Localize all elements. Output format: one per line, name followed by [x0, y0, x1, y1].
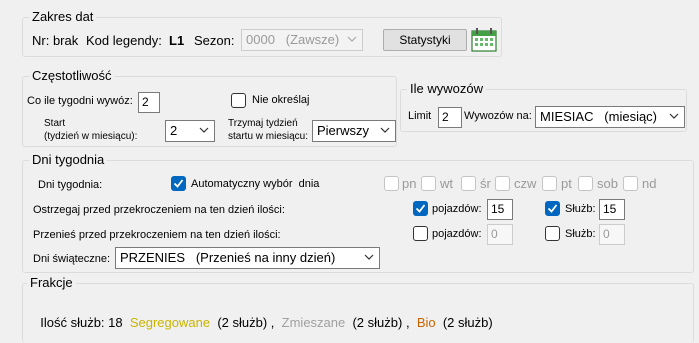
limit-value: 2 — [442, 110, 449, 124]
ile-wywozow-legend: Ile wywozów — [407, 81, 486, 96]
chevron-down-icon — [669, 113, 679, 119]
day-label-sob: sob — [597, 176, 618, 191]
statystyki-button-label: Statystyki — [399, 33, 451, 47]
day-label-pt: pt — [561, 176, 572, 191]
ostrzegaj-sluzb-input[interactable]: 15 — [599, 199, 625, 220]
day-checkbox-wt[interactable] — [421, 176, 436, 191]
dni-swiateczne-value: PRZENIES (Przenieś na inny dzień) — [120, 250, 336, 265]
przenies-label: Przenieś przed przekroczeniem na ten dzi… — [33, 229, 281, 241]
day-label-nd: nd — [642, 176, 657, 191]
trzymaj-select-value: Pierwszy — [317, 123, 370, 138]
frakcja-count: (2 służb) — [352, 315, 403, 330]
chevron-down-icon — [380, 127, 390, 133]
ostrzegaj-label: Ostrzegaj przed przekroczeniem na ten dz… — [33, 204, 285, 216]
day-label-czw: czw — [514, 176, 537, 191]
day-checkbox-pn[interactable] — [384, 176, 399, 191]
dni-swiateczne-select[interactable]: PRZENIES (Przenieś na inny dzień) — [115, 247, 380, 269]
zakres-dat-legend: Zakres dat — [29, 9, 97, 24]
przenies-sluzb-value: 0 — [603, 227, 610, 241]
przenies-pojazdow-checkbox[interactable] — [413, 226, 428, 241]
przenies-pojazdow-value: 0 — [491, 227, 498, 241]
wywozow-na-select[interactable]: MIESIAC (miesiąc) — [535, 106, 685, 128]
ostrzegaj-pojazdow-label: pojazdów: — [432, 203, 482, 215]
chevron-down-icon — [199, 127, 209, 133]
co-ile-value: 2 — [142, 95, 149, 109]
wywozow-na-value: MIESIAC (miesiąc) — [540, 109, 658, 124]
sezon-label: Sezon: — [194, 33, 235, 48]
ostrzegaj-pojazdow-input[interactable]: 15 — [487, 199, 513, 220]
chevron-down-icon — [364, 254, 374, 260]
dni-tygodnia-row-label: Dni tygodnia: — [38, 179, 103, 191]
day-checkbox-sr[interactable] — [461, 176, 476, 191]
statystyki-button[interactable]: Statystyki — [383, 29, 467, 51]
frakcja-count: (2 służb) — [442, 315, 493, 330]
przenies-sluzb-checkbox[interactable] — [545, 226, 560, 241]
sezon-select: 0000 (Zawsze) — [241, 29, 363, 51]
calendar-chart-icon[interactable] — [470, 27, 498, 53]
nie-okreslaj-checkbox[interactable] — [231, 93, 246, 108]
frakcje-summary: Ilość służb: 18 Segregowane (2 służb) , … — [33, 300, 493, 330]
day-checkbox-nd[interactable] — [623, 176, 638, 191]
trzymaj-select[interactable]: Pierwszy — [312, 120, 396, 142]
frakcja-name: Segregowane — [129, 315, 211, 330]
czestotliwosc-legend: Częstotliwość — [29, 68, 115, 83]
ostrzegaj-sluzb-label: Służb: — [565, 203, 596, 215]
auto-wybor-checkbox[interactable] — [171, 176, 186, 191]
przenies-sluzb-label: Służb: — [565, 228, 596, 240]
day-checkbox-czw[interactable] — [495, 176, 510, 191]
day-label-sr: śr — [480, 176, 491, 191]
dni-tygodnia-legend: Dni tygodnia — [29, 152, 108, 167]
dni-swiateczne-label: Dni świąteczne: — [33, 253, 111, 265]
ostrzegaj-pojazdow-value: 15 — [491, 202, 505, 216]
sezon-select-value: 0000 (Zawsze) — [246, 32, 340, 47]
kod-legendy-value: L1 — [169, 33, 185, 48]
nr-label: Nr: brak — [32, 33, 79, 48]
limit-input[interactable]: 2 — [438, 107, 462, 128]
day-checkbox-sob[interactable] — [578, 176, 593, 191]
day-label-wt: wt — [440, 176, 453, 191]
wywozow-na-label: Wywozów na: — [464, 110, 532, 122]
frakcja-count: (2 służb) — [217, 315, 268, 330]
ilosc-sluzb-label: Ilość służb: 18 — [40, 315, 123, 330]
start-select-value: 2 — [170, 123, 178, 138]
przenies-pojazdow-input[interactable]: 0 — [487, 224, 513, 245]
limit-label: Limit — [408, 110, 432, 122]
day-checkbox-pt[interactable] — [542, 176, 557, 191]
frakcja-name: Bio — [416, 315, 436, 330]
trzymaj-label-line2: startu w miesiącu: — [228, 131, 309, 142]
start-select[interactable]: 2 — [165, 120, 215, 142]
ostrzegaj-sluzb-value: 15 — [603, 202, 617, 216]
co-ile-label: Co ile tygodni wywóz: — [27, 95, 133, 107]
ostrzegaj-pojazdow-checkbox[interactable] — [413, 201, 428, 216]
nie-okreslaj-label: Nie określaj — [252, 94, 310, 106]
trzymaj-label-line1: Trzymaj tydzień — [228, 118, 298, 129]
przenies-pojazdow-label: pojazdów: — [432, 228, 482, 240]
ostrzegaj-sluzb-checkbox[interactable] — [545, 201, 560, 216]
start-label-line1: Start — [44, 118, 66, 129]
przenies-sluzb-input[interactable]: 0 — [599, 224, 625, 245]
day-label-pn: pn — [402, 176, 417, 191]
chevron-down-icon — [347, 36, 357, 42]
auto-wybor-label: Automatyczny wybór dnia — [191, 178, 320, 190]
start-label-line2: (tydzień w miesiącu): — [44, 131, 138, 142]
kod-legendy-label: Kod legendy: — [86, 33, 162, 48]
frakcje-legend: Frakcje — [27, 275, 76, 290]
frakcja-name: Zmieszane — [281, 315, 346, 330]
co-ile-input[interactable]: 2 — [138, 92, 160, 113]
